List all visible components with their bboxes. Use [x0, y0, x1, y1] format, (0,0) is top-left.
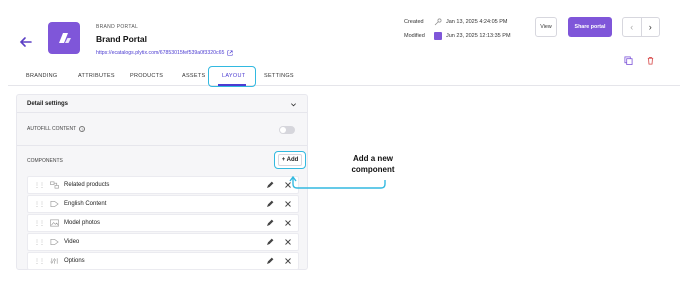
autofill-row: AUTOFILL CONTENT ?: [27, 126, 86, 132]
tab-settings[interactable]: SETTINGS: [264, 73, 294, 79]
add-component-button[interactable]: + Add: [274, 151, 306, 169]
tab-attributes[interactable]: ATTRIBUTES: [78, 73, 115, 79]
previous-chevron-icon[interactable]: ‹: [623, 18, 641, 36]
detail-settings-panel: Detail settings AUTOFILL CONTENT ? COMPO…: [16, 94, 308, 270]
drag-handle-icon[interactable]: ⋮⋮: [34, 201, 45, 208]
list-item[interactable]: ⋮⋮ Model photos: [27, 214, 299, 232]
user-avatar-icon: [434, 32, 442, 40]
panel-header[interactable]: Detail settings: [17, 95, 307, 113]
external-link-icon[interactable]: [227, 50, 233, 56]
annotation-arrow-icon: [289, 176, 386, 189]
autofill-toggle[interactable]: [279, 126, 295, 134]
tag-icon: [50, 238, 59, 246]
edit-pencil-icon[interactable]: [266, 238, 274, 246]
share-portal-button[interactable]: Share portal: [568, 17, 612, 37]
edit-pencil-icon[interactable]: [266, 181, 274, 189]
annotation-callout: Add a new component: [338, 153, 408, 175]
annotation-line-1: Add a new: [352, 154, 393, 163]
add-button-label[interactable]: Add: [287, 157, 299, 163]
help-icon[interactable]: ?: [79, 126, 86, 132]
created-value: Jan 13, 2025 4:24:05 PM: [446, 19, 508, 25]
component-label: Video: [64, 239, 80, 245]
row-actions: [266, 238, 292, 246]
trash-icon[interactable]: [646, 56, 655, 65]
list-item[interactable]: ⋮⋮ Options: [27, 252, 299, 270]
row-actions: [266, 219, 292, 227]
close-icon[interactable]: [284, 257, 292, 265]
portal-link[interactable]: https://ecatalogs.plytix.com/67853015fef…: [96, 50, 233, 56]
key-icon: [434, 18, 442, 26]
component-label: Options: [64, 258, 85, 264]
edit-pencil-icon[interactable]: [266, 200, 274, 208]
created-meta: Created Jan 13, 2025 4:24:05 PM: [404, 18, 507, 26]
edit-pencil-icon[interactable]: [266, 257, 274, 265]
options-icon: [50, 258, 58, 264]
portal-page: BRAND PORTAL Brand Portal https://ecatal…: [8, 4, 680, 292]
pager: ‹ ›: [622, 17, 660, 37]
row-actions: [266, 200, 292, 208]
drag-handle-icon[interactable]: ⋮⋮: [34, 220, 45, 227]
created-label: Created: [404, 19, 424, 25]
drag-handle-icon[interactable]: ⋮⋮: [34, 239, 45, 246]
tab-branding[interactable]: BRANDING: [26, 73, 57, 79]
plytix-logo-icon: [59, 33, 71, 43]
component-label: Related products: [64, 182, 110, 188]
brand-logo: [48, 22, 80, 54]
tag-icon: [50, 200, 59, 208]
close-icon[interactable]: [284, 219, 292, 227]
back-arrow-icon[interactable]: [18, 34, 34, 50]
component-label: Model photos: [64, 220, 101, 226]
panel-divider: [17, 145, 307, 146]
copy-icon[interactable]: [624, 56, 633, 65]
next-chevron-icon[interactable]: ›: [640, 18, 660, 36]
related-products-icon: [50, 181, 59, 189]
drag-handle-icon[interactable]: ⋮⋮: [34, 258, 45, 265]
image-icon: [50, 219, 59, 227]
list-item[interactable]: ⋮⋮ Related products: [27, 176, 299, 194]
components-label: COMPONENTS: [27, 158, 63, 164]
row-actions: [266, 257, 292, 265]
portal-link-text[interactable]: https://ecatalogs.plytix.com/67853015fef…: [96, 50, 224, 56]
annotation-line-2: component: [351, 165, 395, 174]
brand-eyebrow: BRAND PORTAL: [96, 24, 139, 30]
list-item[interactable]: ⋮⋮ English Content: [27, 195, 299, 213]
chevron-down-icon[interactable]: [290, 101, 297, 108]
view-button[interactable]: View: [535, 17, 557, 37]
tab-assets[interactable]: ASSETS: [182, 73, 206, 79]
layout-tab-highlight: [208, 66, 256, 87]
component-label: English Content: [64, 201, 107, 207]
modified-label: Modified: [404, 33, 425, 39]
autofill-label: AUTOFILL CONTENT: [27, 126, 77, 132]
modified-meta: Modified Jun 23, 2025 12:13:35 PM: [404, 32, 511, 40]
page-title: Brand Portal: [96, 34, 148, 44]
drag-handle-icon[interactable]: ⋮⋮: [34, 182, 45, 189]
tab-products[interactable]: PRODUCTS: [130, 73, 163, 79]
components-list: ⋮⋮ Related products ⋮⋮ English Content ⋮…: [27, 176, 299, 271]
edit-pencil-icon[interactable]: [266, 219, 274, 227]
close-icon[interactable]: [284, 200, 292, 208]
tab-bar: BRANDING ATTRIBUTES PRODUCTS ASSETS LAYO…: [8, 68, 680, 86]
modified-value: Jun 23, 2025 12:13:35 PM: [446, 33, 511, 39]
panel-title: Detail settings: [27, 100, 69, 107]
list-item[interactable]: ⋮⋮ Video: [27, 233, 299, 251]
add-button-inner[interactable]: + Add: [277, 154, 303, 166]
close-icon[interactable]: [284, 238, 292, 246]
